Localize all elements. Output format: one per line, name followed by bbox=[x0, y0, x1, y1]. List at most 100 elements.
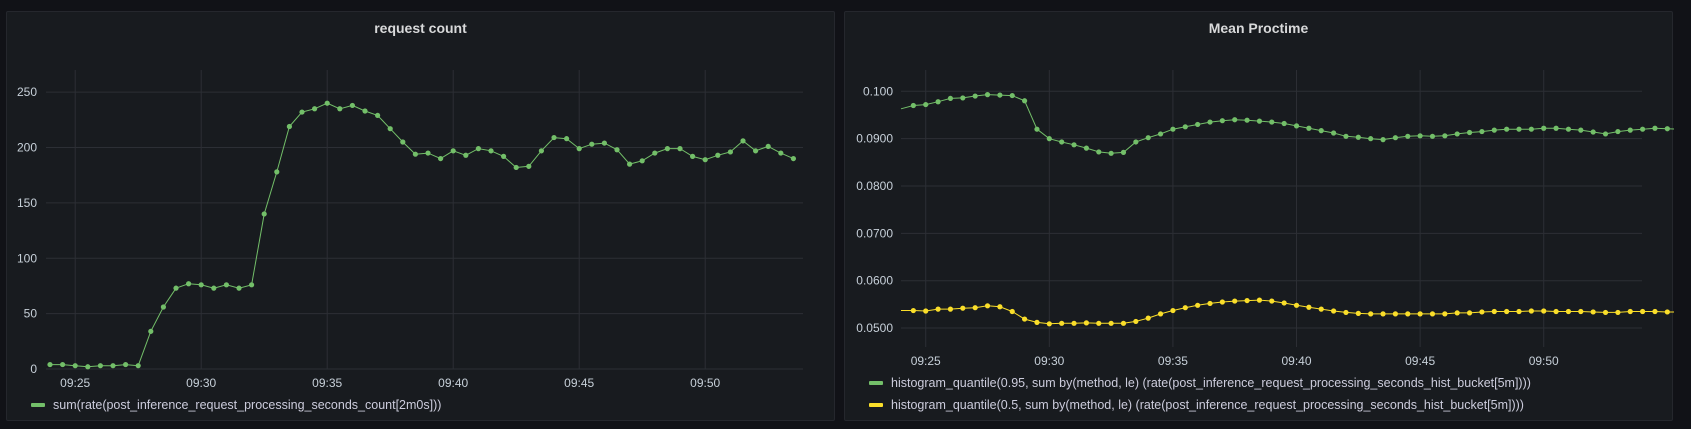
x-tick-label: 09:35 bbox=[1158, 354, 1188, 368]
data-point bbox=[627, 161, 633, 167]
data-point bbox=[1479, 309, 1485, 315]
data-point bbox=[249, 282, 255, 288]
x-tick-label: 09:25 bbox=[911, 354, 941, 368]
data-point bbox=[1096, 320, 1102, 326]
data-point bbox=[286, 123, 292, 130]
data-point bbox=[1516, 308, 1522, 315]
data-point bbox=[488, 148, 494, 154]
data-point bbox=[1207, 119, 1213, 125]
series-line bbox=[900, 94, 1674, 154]
data-point bbox=[1405, 133, 1411, 139]
data-point bbox=[1640, 126, 1646, 132]
data-point bbox=[1541, 308, 1547, 314]
data-point bbox=[299, 109, 305, 115]
data-point bbox=[677, 146, 683, 152]
data-point bbox=[1466, 310, 1473, 316]
x-tick-label: 09:50 bbox=[1529, 354, 1559, 368]
y-tick-label: 0.0700 bbox=[856, 226, 893, 240]
data-point bbox=[148, 328, 154, 334]
y-tick-label: 0.0500 bbox=[856, 321, 893, 335]
data-point bbox=[110, 363, 116, 369]
data-point bbox=[664, 146, 671, 152]
data-point bbox=[753, 148, 759, 154]
legend-label: sum(rate(post_inference_request_processi… bbox=[53, 398, 442, 412]
data-point bbox=[60, 361, 66, 368]
data-point bbox=[1083, 320, 1089, 326]
data-point bbox=[1071, 320, 1077, 326]
data-point bbox=[362, 108, 368, 114]
data-point bbox=[1553, 125, 1559, 131]
legend-item[interactable]: histogram_quantile(0.5, sum by(method, l… bbox=[869, 398, 1524, 412]
data-point bbox=[1355, 310, 1361, 316]
data-point bbox=[1306, 125, 1312, 131]
data-point bbox=[1133, 318, 1139, 325]
data-point bbox=[1590, 309, 1596, 315]
data-point bbox=[1170, 126, 1176, 132]
data-point bbox=[1417, 311, 1423, 317]
data-point bbox=[715, 152, 721, 158]
data-point bbox=[1145, 315, 1151, 321]
data-point bbox=[236, 285, 242, 291]
data-point bbox=[923, 101, 929, 108]
data-point bbox=[1442, 311, 1448, 317]
data-point bbox=[135, 363, 141, 369]
legend-item[interactable]: histogram_quantile(0.95, sum by(method, … bbox=[869, 376, 1531, 390]
data-point bbox=[1108, 150, 1114, 156]
data-point bbox=[910, 102, 916, 109]
data-point bbox=[740, 138, 746, 144]
data-point bbox=[1368, 136, 1374, 142]
data-point bbox=[97, 363, 103, 369]
data-point bbox=[1553, 308, 1559, 315]
data-point bbox=[1565, 308, 1572, 315]
data-point bbox=[211, 285, 217, 291]
data-point bbox=[1602, 309, 1609, 316]
legend-swatch bbox=[31, 403, 45, 407]
data-point bbox=[551, 134, 557, 141]
data-point bbox=[576, 146, 582, 152]
data-point bbox=[1195, 302, 1201, 308]
data-point bbox=[1269, 298, 1275, 304]
data-point bbox=[1232, 117, 1238, 123]
data-point bbox=[1652, 308, 1658, 315]
data-point bbox=[85, 364, 91, 370]
data-point bbox=[1368, 311, 1374, 317]
legend-swatch bbox=[869, 381, 883, 385]
data-point bbox=[1034, 126, 1040, 132]
request-count-chart: 0 50 100 150 200 250 09:25 09:30 09:35 09:40 09:45… bbox=[17, 70, 803, 390]
data-point bbox=[450, 148, 456, 154]
data-point bbox=[337, 106, 343, 112]
y-tick-label: 100 bbox=[17, 251, 37, 265]
data-point bbox=[997, 304, 1003, 310]
data-point bbox=[1269, 119, 1275, 125]
data-point bbox=[564, 136, 570, 142]
data-point bbox=[1578, 127, 1584, 133]
legend-item[interactable]: sum(rate(post_inference_request_processi… bbox=[31, 398, 441, 412]
x-tick-label: 09:50 bbox=[690, 376, 720, 390]
data-point bbox=[1343, 133, 1349, 139]
data-point bbox=[261, 211, 267, 217]
data-point bbox=[1046, 321, 1052, 327]
data-point bbox=[1133, 139, 1139, 145]
legend-label: histogram_quantile(0.95, sum by(method, … bbox=[891, 376, 1531, 390]
data-point bbox=[1640, 308, 1646, 315]
data-point bbox=[1157, 311, 1164, 317]
data-point bbox=[1182, 305, 1188, 311]
data-point bbox=[1022, 316, 1028, 322]
data-point bbox=[1244, 117, 1250, 123]
data-point bbox=[972, 305, 978, 311]
data-point bbox=[1454, 310, 1460, 316]
data-point bbox=[1219, 299, 1225, 305]
data-point bbox=[997, 92, 1003, 98]
series-line bbox=[50, 102, 794, 368]
data-point bbox=[160, 304, 166, 310]
data-point bbox=[1392, 311, 1398, 317]
x-tick-label: 09:25 bbox=[60, 376, 90, 390]
data-point bbox=[960, 305, 966, 311]
data-point bbox=[312, 106, 318, 112]
data-point bbox=[1590, 129, 1596, 135]
data-point bbox=[1331, 130, 1337, 136]
data-point bbox=[349, 102, 355, 109]
data-point bbox=[1281, 120, 1287, 127]
y-tick-label: 0.0600 bbox=[856, 274, 893, 288]
data-point bbox=[923, 308, 929, 314]
